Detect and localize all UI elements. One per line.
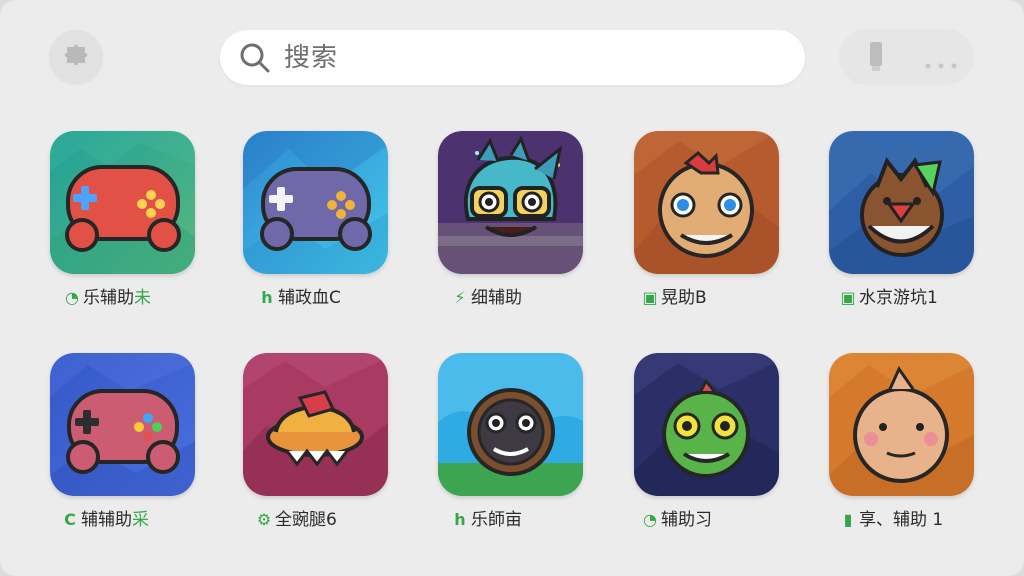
square-icon: ▣ — [642, 288, 658, 307]
bolt-icon: ⚡ — [454, 288, 466, 307]
c-icon: C — [64, 510, 76, 529]
app-label-6: C 辅辅助采 — [61, 509, 191, 531]
app-icon-10[interactable] — [829, 353, 974, 496]
app-label-5: ▣ 水京游坑1 — [840, 287, 938, 308]
app-label-8: h 乐師亩 — [451, 509, 551, 531]
app-icon-5[interactable] — [829, 131, 974, 274]
app-label-1: ◔ 乐辅助未 — [63, 287, 188, 309]
app-icon-9[interactable] — [634, 353, 779, 496]
app-label-3: ⚡ 细辅助 — [451, 287, 571, 309]
app-grid: ◔ 乐辅助未 h 辅政血C ⚡ 细辅助 ▣ 晃助B ▣ 水京游坑1 C 辅辅助 … — [0, 0, 1024, 576]
square-icon: ▣ — [840, 288, 856, 307]
leaf-icon: ◔ — [643, 510, 657, 529]
app-icon-7[interactable] — [243, 353, 388, 496]
h-icon: h — [454, 510, 466, 529]
app-label-9: ◔ 辅助习 — [641, 509, 741, 531]
app-drawer-screen: 搜索 ◔ 乐辅助 未 h 辅政血C ⚡ 细辅助 ▣ 晃助B ▣ 水京游坑1 C … — [0, 0, 1024, 576]
bar-chart-icon: ▮ — [843, 510, 853, 529]
app-label-2: h 辅政血C — [258, 287, 383, 309]
app-icon-1[interactable] — [50, 131, 195, 274]
app-icon-4[interactable] — [634, 131, 779, 274]
app-icon-3[interactable] — [438, 131, 583, 274]
app-label-7: ⚙ 全豌腿6 — [256, 509, 337, 530]
app-icon-8[interactable] — [438, 353, 583, 496]
gear-icon: ⚙ — [256, 510, 272, 529]
leaf-icon: ◔ — [65, 288, 79, 307]
app-icon-6[interactable] — [50, 353, 195, 496]
app-label-10: ▮ 享、辅助 1 — [839, 509, 964, 531]
h-icon: h — [261, 288, 273, 307]
app-label-4: ▣ 晃助B — [642, 287, 707, 308]
app-icon-2[interactable] — [243, 131, 388, 274]
